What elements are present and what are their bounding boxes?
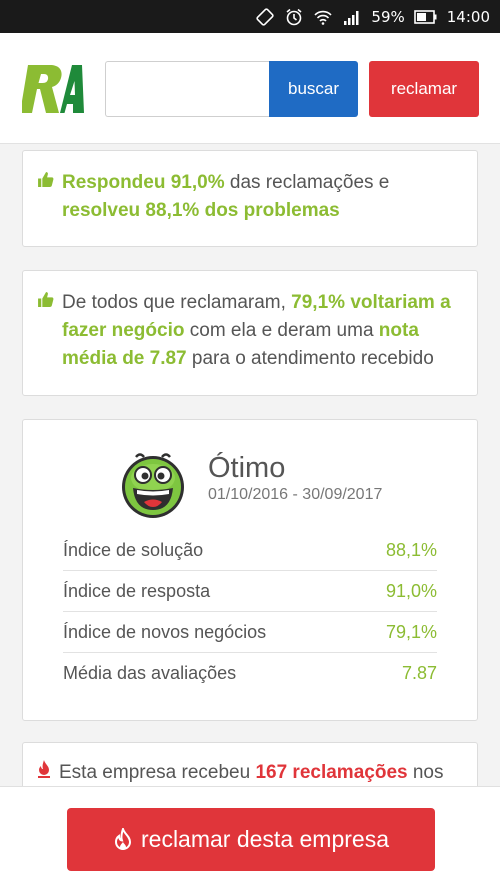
- status-bar: 59% 14:00: [0, 0, 500, 33]
- metric-value: 88,1%: [385, 539, 437, 560]
- metric-name: Índice de solução: [63, 539, 204, 560]
- rating-label: Ótimo: [208, 452, 286, 484]
- business-again-card: De todos que reclamaram, 79,1% voltariam…: [22, 270, 478, 396]
- complaints-count-text: Esta empresa recebeu 167 reclamações nos: [59, 759, 444, 787]
- metric-row: Índice de resposta 91,0%: [63, 570, 437, 611]
- flame-icon: [114, 827, 132, 850]
- reclamar-button[interactable]: reclamar: [369, 61, 479, 117]
- response-summary-card: Respondeu 91,0% das reclamações e resolv…: [22, 150, 478, 247]
- response-summary-text: Respondeu 91,0% das reclamações e resolv…: [62, 169, 467, 225]
- complaints-text-1: Esta empresa recebeu: [59, 762, 256, 783]
- battery-percentage: 59%: [371, 7, 405, 26]
- metric-row: Índice de novos negócios 79,1%: [63, 611, 437, 652]
- metric-name: Índice de resposta: [63, 580, 211, 601]
- thumbs-up-icon: [38, 292, 54, 307]
- signal-icon: [344, 10, 359, 25]
- search-input[interactable]: [105, 61, 269, 117]
- happy-face-icon: [122, 453, 184, 518]
- complain-company-button[interactable]: reclamar desta empresa: [67, 808, 435, 871]
- metric-name: Índice de novos negócios: [63, 621, 267, 642]
- business-text-2: com ela e deram uma: [184, 320, 379, 341]
- solution-rate-highlight: resolveu 88,1% dos problemas: [62, 200, 340, 221]
- battery-icon: [413, 9, 437, 24]
- business-again-text: De todos que reclamaram, 79,1% voltariam…: [62, 289, 467, 373]
- metrics-list: Índice de solução 88,1% Índice de respos…: [63, 530, 437, 693]
- rotate-icon: [256, 7, 275, 26]
- thumbs-up-icon: [38, 172, 54, 187]
- metric-name: Média das avaliações: [63, 662, 237, 683]
- app-header: buscar reclamar: [0, 33, 500, 144]
- response-rate-highlight: Respondeu 91,0%: [62, 172, 225, 193]
- clock: 14:00: [446, 7, 490, 26]
- rating-period: 01/10/2016 - 30/09/2017: [208, 486, 383, 503]
- alarm-icon: [286, 8, 302, 25]
- metric-value: 91,0%: [385, 580, 437, 601]
- business-text-1: De todos que reclamaram,: [62, 292, 292, 313]
- response-text: das reclamações e: [224, 172, 390, 193]
- reputation-card: Ótimo 01/10/2016 - 30/09/2017 Índice de …: [22, 419, 478, 721]
- metric-row: Índice de solução 88,1%: [63, 530, 437, 570]
- complaints-count-highlight[interactable]: 167 reclamações: [255, 762, 407, 783]
- business-text-3: para o atendimento recebido: [186, 348, 434, 369]
- flame-icon: [38, 760, 50, 778]
- complaints-text-2: nos: [407, 762, 444, 783]
- search-button[interactable]: buscar: [269, 61, 358, 117]
- metric-value: 79,1%: [385, 621, 437, 642]
- complain-company-label: reclamar desta empresa: [141, 826, 389, 852]
- bottom-action-bar: reclamar desta empresa: [0, 786, 500, 890]
- metric-value: 7.87: [401, 662, 437, 683]
- metric-row: Média das avaliações 7.87: [63, 652, 437, 693]
- wifi-icon: [314, 10, 333, 25]
- ra-logo[interactable]: [22, 61, 84, 117]
